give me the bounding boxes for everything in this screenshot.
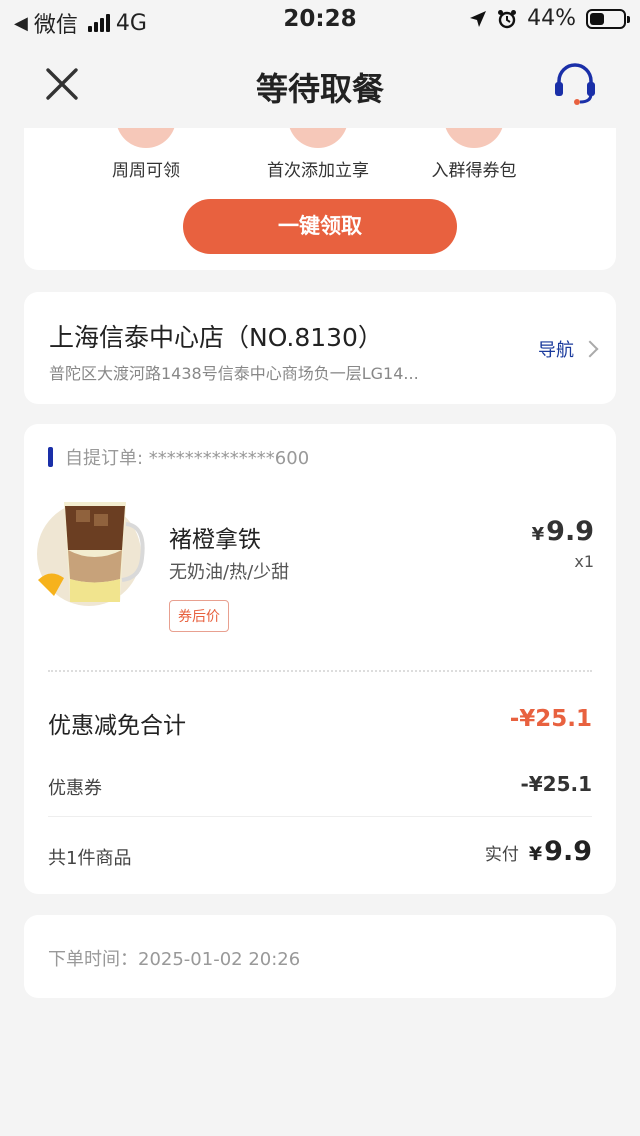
perks-card: 周周可领 首次添加立享 入群得券包 一键领取 <box>24 128 616 270</box>
perk-item-join-group[interactable]: 入群得券包 <box>394 128 554 181</box>
paid-currency: ¥ <box>528 843 543 865</box>
customer-service-headset-icon[interactable] <box>550 58 600 108</box>
store-name: 上海信泰中心店（NO.8130） <box>49 323 383 352</box>
perk-label: 入群得券包 <box>431 161 517 181</box>
latte-product-image <box>37 502 145 606</box>
product-quantity: x1 <box>574 552 594 571</box>
perk-coupon-pack-icon <box>444 128 504 148</box>
product-name: 褚橙拿铁 <box>169 527 261 553</box>
claim-all-button[interactable]: 一键领取 <box>183 199 457 254</box>
battery-percent: 44% <box>527 6 576 31</box>
discount-total-value: -¥25.1 <box>509 706 592 732</box>
product-options: 无奶油/热/少甜 <box>169 562 290 583</box>
order-time-card: 下单时间：2025-01-02 20:26 <box>24 915 616 998</box>
order-card: 自提订单: **************600 褚橙拿铁 无奶油/热/少甜 券后… <box>24 424 616 894</box>
price-currency: ¥ <box>531 524 545 545</box>
paid-number: 9.9 <box>544 836 592 867</box>
nav-bar: 等待取餐 <box>0 40 640 128</box>
page-title: 等待取餐 <box>255 70 384 108</box>
perk-label: 周周可领 <box>112 161 180 181</box>
navigate-button[interactable]: 导航 <box>538 336 599 362</box>
perk-weekly-icon <box>116 128 176 148</box>
battery-icon <box>586 8 630 29</box>
header-accent-bar <box>48 447 53 467</box>
chevron-right-icon <box>581 340 599 358</box>
order-header: 自提订单: **************600 <box>48 444 309 470</box>
store-card[interactable]: 上海信泰中心店（NO.8130） 普陀区大渡河路1438号信泰中心商场负一层LG… <box>24 292 616 404</box>
order-number: 自提订单: **************600 <box>65 448 310 469</box>
status-right: 44% <box>469 6 630 31</box>
perk-item-weekly[interactable]: 周周可领 <box>66 128 226 181</box>
paid-amount: 实付 ¥9.9 <box>485 836 592 867</box>
item-count: 共1件商品 <box>48 848 132 869</box>
alarm-icon <box>498 9 517 28</box>
product-price: ¥9.9 <box>532 516 594 547</box>
after-coupon-tag: 券后价 <box>169 600 229 632</box>
discount-total-label: 优惠减免合计 <box>48 713 186 739</box>
navigate-label: 导航 <box>538 340 574 361</box>
paid-label: 实付 <box>484 845 519 865</box>
coupon-label: 优惠券 <box>48 778 102 799</box>
perk-item-first-add[interactable]: 首次添加立享 <box>238 128 398 181</box>
status-bar: ◀ 微信 4G 20:28 44% <box>0 0 640 40</box>
store-address: 普陀区大渡河路1438号信泰中心商场负一层LG14... <box>49 364 419 383</box>
perk-first-add-icon <box>288 128 348 148</box>
perk-label: 首次添加立享 <box>267 161 369 181</box>
location-arrow-icon <box>470 10 487 27</box>
paid-value: ¥9.9 <box>529 836 592 867</box>
price-value: 9.9 <box>546 516 594 547</box>
coupon-value: -¥25.1 <box>520 772 592 796</box>
dotted-divider <box>48 670 592 672</box>
divider <box>48 816 592 817</box>
order-time: 下单时间：2025-01-02 20:26 <box>48 949 301 970</box>
